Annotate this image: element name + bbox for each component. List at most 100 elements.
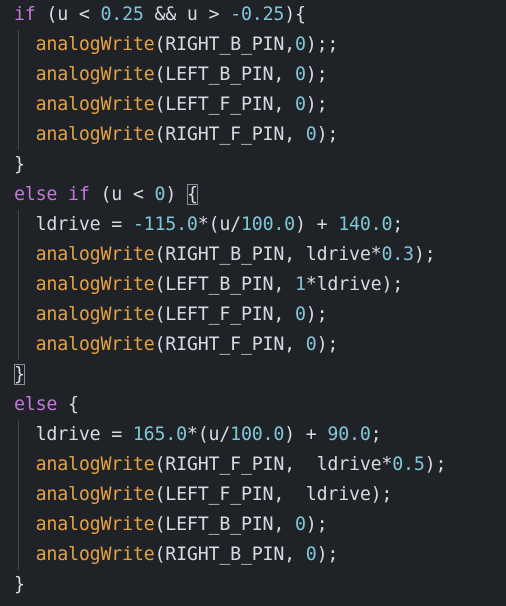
code-token: -115.0 <box>132 214 198 235</box>
code-token: analogWrite <box>35 514 155 535</box>
code-token: 0 <box>294 94 306 115</box>
code-line: else { <box>14 390 79 420</box>
code-token: 0.3 <box>381 244 414 265</box>
code-token: ; <box>392 214 404 235</box>
code-token: (LEFT_F_PIN, ldrive); <box>154 484 393 505</box>
code-line: analogWrite(LEFT_F_PIN, 0); <box>14 300 328 330</box>
code-token: if <box>14 4 36 25</box>
code-token: analogWrite <box>35 244 155 265</box>
code-token: ) + <box>294 214 339 235</box>
code-token: } <box>14 364 25 385</box>
code-token: (LEFT_B_PIN, <box>154 514 295 535</box>
code-token: 165.0 <box>132 424 187 445</box>
code-token: analogWrite <box>35 64 155 85</box>
code-token: ldrive = <box>14 214 133 235</box>
code-token: *(u/ <box>186 424 231 445</box>
code-token: ); <box>316 334 339 355</box>
code-token: ) + <box>284 424 328 445</box>
code-line: analogWrite(LEFT_F_PIN, 0); <box>14 90 328 120</box>
code-token: && u > <box>143 4 231 25</box>
code-line: ldrive = 165.0*(u/100.0) + 90.0; <box>14 420 382 450</box>
code-token: analogWrite <box>35 124 155 145</box>
code-token: );; <box>305 34 339 55</box>
code-token: ); <box>316 544 339 565</box>
code-token: (RIGHT_F_PIN, <box>154 334 306 355</box>
code-token: (RIGHT_B_PIN, <box>154 544 306 565</box>
code-token: ); <box>305 514 328 535</box>
code-token: (RIGHT_F_PIN, ldrive* <box>154 454 393 475</box>
code-token: analogWrite <box>35 454 155 475</box>
code-token: ldrive = <box>14 424 133 445</box>
code-token: 0 <box>305 124 317 145</box>
code-token: analogWrite <box>35 484 155 505</box>
code-token: -0.25 <box>230 4 285 25</box>
code-token: if <box>68 184 90 205</box>
code-token: ); <box>424 454 447 475</box>
code-line: analogWrite(RIGHT_B_PIN,0);; <box>14 30 339 60</box>
code-token: (RIGHT_B_PIN, <box>154 34 296 55</box>
code-token: 0.25 <box>100 4 144 25</box>
code-line: if (u < 0.25 && u > -0.25){ <box>14 0 306 30</box>
code-token: 0 <box>294 64 306 85</box>
code-token: 0 <box>305 334 317 355</box>
code-token: 100.0 <box>230 424 285 445</box>
code-line: ldrive = -115.0*(u/100.0) + 140.0; <box>14 210 404 240</box>
code-token: 0 <box>294 34 306 55</box>
code-token: else <box>14 184 58 205</box>
code-token: } <box>14 154 25 175</box>
code-token: analogWrite <box>35 334 155 355</box>
code-token: ) <box>165 184 187 205</box>
code-editor[interactable]: if (u < 0.25 && u > -0.25){ analogWrite(… <box>0 0 506 606</box>
code-token: analogWrite <box>35 94 155 115</box>
code-token: ); <box>305 94 328 115</box>
code-token: (LEFT_B_PIN, <box>154 64 295 85</box>
code-token: 100.0 <box>240 214 295 235</box>
code-token: (RIGHT_B_PIN, ldrive* <box>154 244 382 265</box>
code-line: analogWrite(RIGHT_B_PIN, ldrive*0.3); <box>14 240 436 270</box>
code-line: analogWrite(LEFT_B_PIN, 0); <box>14 60 328 90</box>
code-token: analogWrite <box>35 274 155 295</box>
code-line: analogWrite(RIGHT_B_PIN, 0); <box>14 540 339 570</box>
code-line: else if (u < 0) { <box>14 180 198 210</box>
code-token: ); <box>413 244 436 265</box>
code-token: { <box>186 184 198 205</box>
code-token: (u < <box>35 4 101 25</box>
code-token: 0 <box>154 184 166 205</box>
code-line: } <box>14 570 25 600</box>
code-line: analogWrite(LEFT_B_PIN, 1*ldrive); <box>14 270 404 300</box>
code-token: (LEFT_F_PIN, <box>154 304 295 325</box>
code-token: 0.5 <box>392 454 425 475</box>
code-token: ); <box>316 124 339 145</box>
code-token: 0 <box>294 304 306 325</box>
code-token: 140.0 <box>338 214 393 235</box>
code-token: ; <box>370 424 382 445</box>
code-token: *ldrive); <box>305 274 404 295</box>
code-token: (LEFT_F_PIN, <box>154 94 295 115</box>
code-token: else <box>14 394 58 415</box>
code-line: } <box>14 150 25 180</box>
code-line: analogWrite(RIGHT_F_PIN, ldrive*0.5); <box>14 450 447 480</box>
code-token: *(u/ <box>197 214 241 235</box>
code-token: analogWrite <box>35 34 155 55</box>
code-line: analogWrite(RIGHT_F_PIN, 0); <box>14 330 339 360</box>
code-token: analogWrite <box>35 544 155 565</box>
code-line: analogWrite(RIGHT_F_PIN, 0); <box>14 120 339 150</box>
code-token: } <box>14 574 25 595</box>
code-line: analogWrite(LEFT_B_PIN, 0); <box>14 510 328 540</box>
code-token: ); <box>305 304 328 325</box>
code-token: analogWrite <box>35 304 155 325</box>
code-token: ){ <box>284 4 306 25</box>
code-line: analogWrite(LEFT_F_PIN, ldrive); <box>14 480 393 510</box>
code-token: ); <box>305 64 328 85</box>
